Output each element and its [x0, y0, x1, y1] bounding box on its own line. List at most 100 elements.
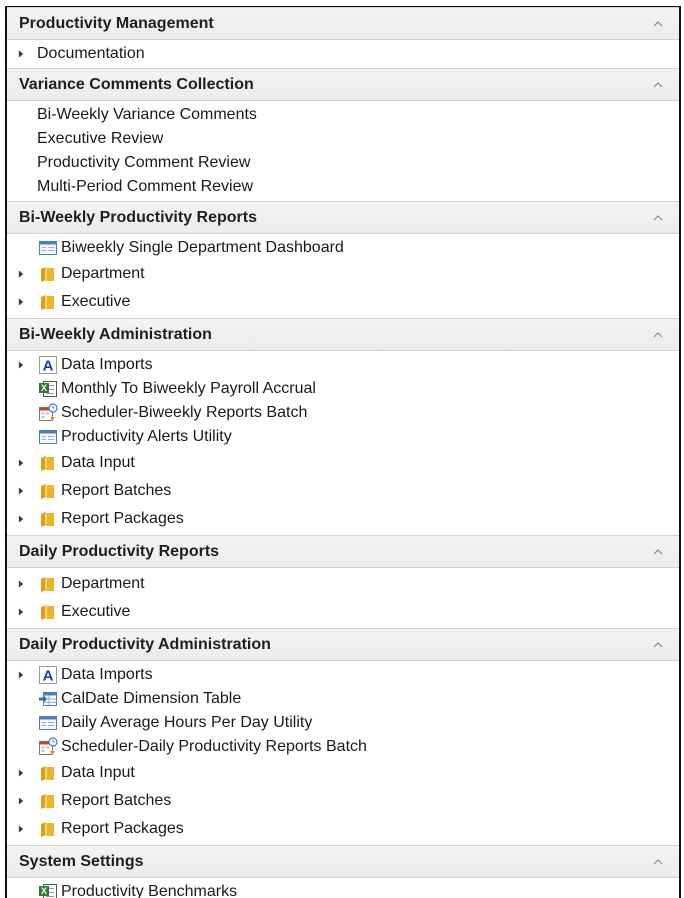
- tree-item-label: Executive: [61, 603, 131, 620]
- tree-item-data-imports[interactable]: A Data Imports: [7, 353, 679, 377]
- tree-item-daily-average-hours-per-day-utility[interactable]: Daily Average Hours Per Day Utility: [7, 711, 679, 735]
- tree-item-data-imports[interactable]: A Data Imports: [7, 663, 679, 687]
- tree-item-label: Productivity Alerts Utility: [61, 428, 232, 445]
- tree-item-label: Multi-Period Comment Review: [37, 178, 254, 195]
- svg-text:X: X: [41, 886, 47, 896]
- svg-text:A: A: [43, 358, 54, 375]
- folder-icon: [38, 763, 58, 783]
- svg-text:A: A: [43, 668, 54, 685]
- tree-item-label: Documentation: [37, 45, 145, 62]
- section-body-daily-productivity-administration: A Data Imports CalDate Dimension Table D…: [7, 661, 679, 845]
- tree-item-label: Executive: [61, 293, 131, 310]
- expand-arrow-icon[interactable]: [18, 787, 26, 815]
- tree-item-label: Biweekly Single Department Dashboard: [61, 239, 344, 256]
- section-title: Daily Productivity Administration: [19, 636, 271, 653]
- tree-item-report-packages[interactable]: Report Packages: [7, 505, 679, 533]
- expand-arrow-icon[interactable]: [18, 477, 26, 505]
- section-header-productivity-management[interactable]: Productivity Management: [7, 7, 679, 40]
- section-header-bi-weekly-administration[interactable]: Bi-Weekly Administration: [7, 318, 679, 351]
- tree-item-productivity-comment-review[interactable]: Productivity Comment Review: [7, 151, 679, 175]
- tree-item-label: Monthly To Biweekly Payroll Accrual: [61, 380, 316, 397]
- tree-item-scheduler-biweekly-reports-batch[interactable]: Scheduler-Biweekly Reports Batch: [7, 401, 679, 425]
- expand-arrow-icon[interactable]: [18, 759, 26, 787]
- expand-arrow-icon[interactable]: [18, 815, 26, 843]
- tree-item-productivity-benchmarks[interactable]: X Productivity Benchmarks: [7, 880, 679, 898]
- expand-arrow-icon[interactable]: [18, 42, 26, 66]
- section-header-daily-productivity-administration[interactable]: Daily Productivity Administration: [7, 628, 679, 661]
- section-title: Variance Comments Collection: [19, 76, 254, 93]
- section-header-variance-comments-collection[interactable]: Variance Comments Collection: [7, 68, 679, 101]
- tree-item-report-batches[interactable]: Report Batches: [7, 787, 679, 815]
- folder-icon: [38, 481, 58, 501]
- section-body-bi-weekly-administration: A Data Imports X Monthly To Biweekly Pay…: [7, 351, 679, 535]
- dashboard-icon: [38, 713, 58, 733]
- tree-item-productivity-alerts-utility[interactable]: Productivity Alerts Utility: [7, 425, 679, 449]
- tree-item-data-input[interactable]: Data Input: [7, 449, 679, 477]
- scheduler-icon: [38, 403, 58, 423]
- expand-arrow-icon[interactable]: [18, 260, 26, 288]
- tree-item-label: Executive Review: [37, 130, 164, 147]
- tree-item-label: Data Input: [61, 454, 135, 471]
- tree-item-label: Data Imports: [61, 666, 153, 683]
- tree-item-bi-weekly-variance-comments[interactable]: Bi-Weekly Variance Comments: [7, 103, 679, 127]
- chevron-up-icon[interactable]: [651, 78, 665, 92]
- tree-item-caldate-dimension-table[interactable]: CalDate Dimension Table: [7, 687, 679, 711]
- folder-icon: [38, 602, 58, 622]
- expand-arrow-icon[interactable]: [18, 598, 26, 626]
- excel-icon: X: [38, 379, 58, 399]
- section-body-system-settings: X Productivity Benchmarks Dimension Main…: [7, 878, 679, 898]
- expand-arrow-icon[interactable]: [18, 570, 26, 598]
- tree-item-label: Productivity Benchmarks: [61, 883, 238, 898]
- tree-item-label: Daily Average Hours Per Day Utility: [61, 714, 313, 731]
- expand-arrow-icon[interactable]: [18, 288, 26, 316]
- tree-item-department[interactable]: Department: [7, 260, 679, 288]
- svg-text:X: X: [41, 383, 47, 393]
- chevron-up-icon[interactable]: [651, 855, 665, 869]
- section-header-bi-weekly-productivity-reports[interactable]: Bi-Weekly Productivity Reports: [7, 201, 679, 234]
- section-title: Daily Productivity Reports: [19, 543, 220, 560]
- tree-item-report-packages[interactable]: Report Packages: [7, 815, 679, 843]
- chevron-up-icon[interactable]: [651, 17, 665, 31]
- tree-item-label: Productivity Comment Review: [37, 154, 251, 171]
- tree-item-multi-period-comment-review[interactable]: Multi-Period Comment Review: [7, 175, 679, 199]
- tree-item-scheduler-daily-productivity-reports-batch[interactable]: Scheduler-Daily Productivity Reports Bat…: [7, 735, 679, 759]
- tree-item-department[interactable]: Department: [7, 570, 679, 598]
- expand-arrow-icon[interactable]: [18, 663, 26, 687]
- tree-item-label: Bi-Weekly Variance Comments: [37, 106, 257, 123]
- section-header-system-settings[interactable]: System Settings: [7, 845, 679, 878]
- chevron-up-icon[interactable]: [651, 211, 665, 225]
- tree-item-executive[interactable]: Executive: [7, 288, 679, 316]
- chevron-up-icon[interactable]: [651, 328, 665, 342]
- folder-icon: [38, 819, 58, 839]
- scheduler-icon: [38, 737, 58, 757]
- section-title: Bi-Weekly Administration: [19, 326, 212, 343]
- section-body-variance-comments-collection: Bi-Weekly Variance Comments Executive Rev…: [7, 101, 679, 201]
- expand-arrow-icon[interactable]: [18, 353, 26, 377]
- tree-item-label: Report Batches: [61, 482, 172, 499]
- tree-item-label: Data Input: [61, 764, 135, 781]
- section-body-bi-weekly-productivity-reports: Biweekly Single Department Dashboard Dep…: [7, 234, 679, 318]
- tree-item-data-input[interactable]: Data Input: [7, 759, 679, 787]
- chevron-up-icon[interactable]: [651, 545, 665, 559]
- tree-item-report-batches[interactable]: Report Batches: [7, 477, 679, 505]
- expand-arrow-icon[interactable]: [18, 449, 26, 477]
- tree-item-biweekly-single-department-dashboard[interactable]: Biweekly Single Department Dashboard: [7, 236, 679, 260]
- folder-icon: [38, 509, 58, 529]
- dashboard-icon: [38, 238, 58, 258]
- tree-item-documentation[interactable]: Documentation: [7, 42, 679, 66]
- chevron-up-icon[interactable]: [651, 638, 665, 652]
- tree-item-label: Department: [61, 265, 145, 282]
- excel-icon: X: [38, 882, 58, 898]
- table-import-icon: [38, 689, 58, 709]
- tree-item-executive-review[interactable]: Executive Review: [7, 127, 679, 151]
- tree-item-monthly-to-biweekly-payroll-accrual[interactable]: X Monthly To Biweekly Payroll Accrual: [7, 377, 679, 401]
- section-title: Bi-Weekly Productivity Reports: [19, 209, 257, 226]
- expand-arrow-icon[interactable]: [18, 505, 26, 533]
- section-header-daily-productivity-reports[interactable]: Daily Productivity Reports: [7, 535, 679, 568]
- font-a-icon: A: [38, 355, 58, 375]
- folder-icon: [38, 453, 58, 473]
- folder-icon: [38, 574, 58, 594]
- tree-item-executive[interactable]: Executive: [7, 598, 679, 626]
- tree-item-label: Data Imports: [61, 356, 153, 373]
- section-title: Productivity Management: [19, 15, 214, 32]
